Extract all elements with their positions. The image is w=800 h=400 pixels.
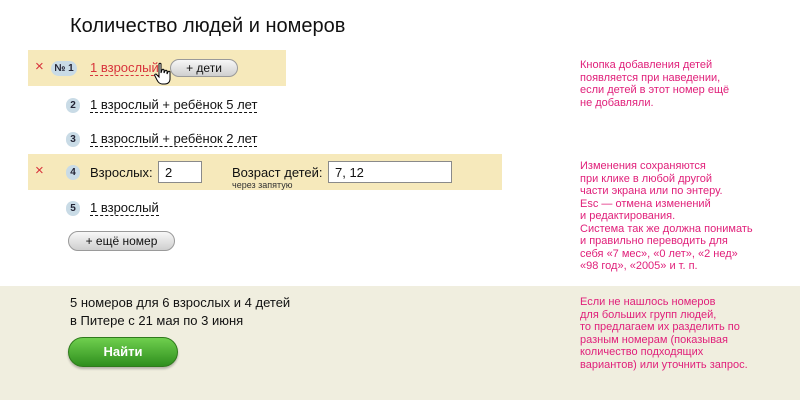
find-button[interactable]: Найти: [68, 337, 178, 367]
add-kids-button[interactable]: + дети: [170, 59, 238, 77]
search-summary: 5 номеров для 6 взрослых и 4 детей в Пит…: [70, 294, 290, 330]
note-line: Система так же должна понимать: [580, 222, 753, 235]
note-line: вариантов) или уточнить запрос.: [580, 358, 748, 371]
room-2-guests-link[interactable]: 1 взрослый + ребёнок 5 лет: [90, 97, 258, 113]
children-ages-hint: через запятую: [232, 180, 293, 190]
note-line: если детей в этот номер ещё: [580, 84, 730, 96]
note-line: Изменения сохраняются: [580, 160, 706, 172]
note-line: части экрана или по энтеру.: [580, 185, 723, 197]
room-number-badge: 5: [66, 201, 80, 216]
note-line: себя «7 мес», «0 лет», «2 нед»: [580, 247, 738, 260]
summary-line-dates: в Питере с 21 мая по 3 июня: [70, 313, 244, 328]
add-room-button[interactable]: + ещё номер: [68, 231, 175, 251]
room-row-1: × № 1 1 взрослый + дети: [28, 50, 286, 86]
note-line: Кнопка добавления детей: [580, 59, 713, 71]
room-row-4-editing: × 4 Взрослых: Возраст детей: через запят…: [28, 154, 502, 190]
room-row-2: 2 1 взрослый + ребёнок 5 лет: [28, 87, 502, 123]
room-1-guests-link[interactable]: 1 взрослый: [90, 60, 159, 76]
note-line: и редактирования.: [580, 210, 676, 222]
room-5-guests-link[interactable]: 1 взрослый: [90, 200, 159, 216]
annotation-note-kids-button: Кнопка добавления детей появляется при н…: [580, 59, 729, 109]
children-ages-label: Возраст детей:: [232, 165, 323, 180]
children-ages-input[interactable]: [328, 161, 452, 183]
adults-label: Взрослых:: [90, 165, 153, 180]
note-line: и правильно переводить для: [580, 235, 728, 247]
room-row-3: 3 1 взрослый + ребёнок 2 лет: [28, 121, 502, 157]
note-line: при клике в любой другой: [580, 172, 713, 185]
note-line: для больших групп людей,: [580, 308, 717, 321]
adults-input[interactable]: [158, 161, 202, 183]
note-line: появляется при наведении,: [580, 71, 721, 84]
room-3-guests-link[interactable]: 1 взрослый + ребёнок 2 лет: [90, 131, 258, 147]
note-line: Если не нашлось номеров: [580, 296, 716, 308]
close-icon[interactable]: ×: [35, 163, 44, 178]
note-line: Esc — отмена изменений: [580, 197, 711, 210]
hand-pointer-icon: [154, 62, 171, 85]
room-number-badge: № 1: [51, 61, 77, 76]
room-number-badge: 4: [66, 165, 80, 180]
note-line: количество подходящих: [580, 346, 704, 358]
room-number-badge: 2: [66, 98, 80, 113]
annotation-note-editing: Изменения сохраняются при клике в любой …: [580, 160, 753, 273]
page-title: Количество людей и номеров: [70, 15, 346, 37]
note-line: «98 год», «2005» и т. п.: [580, 260, 698, 272]
annotation-note-large-groups: Если не нашлось номеров для больших груп…: [580, 296, 748, 371]
room-number-badge: 3: [66, 132, 80, 147]
close-icon[interactable]: ×: [35, 59, 44, 74]
note-line: то предлагаем их разделить по: [580, 321, 740, 333]
room-row-5: 5 1 взрослый: [28, 190, 502, 226]
summary-line-rooms: 5 номеров для 6 взрослых и 4 детей: [70, 295, 291, 310]
note-line: не добавляли.: [580, 96, 654, 109]
note-line: разным номерам (показывая: [580, 333, 729, 346]
